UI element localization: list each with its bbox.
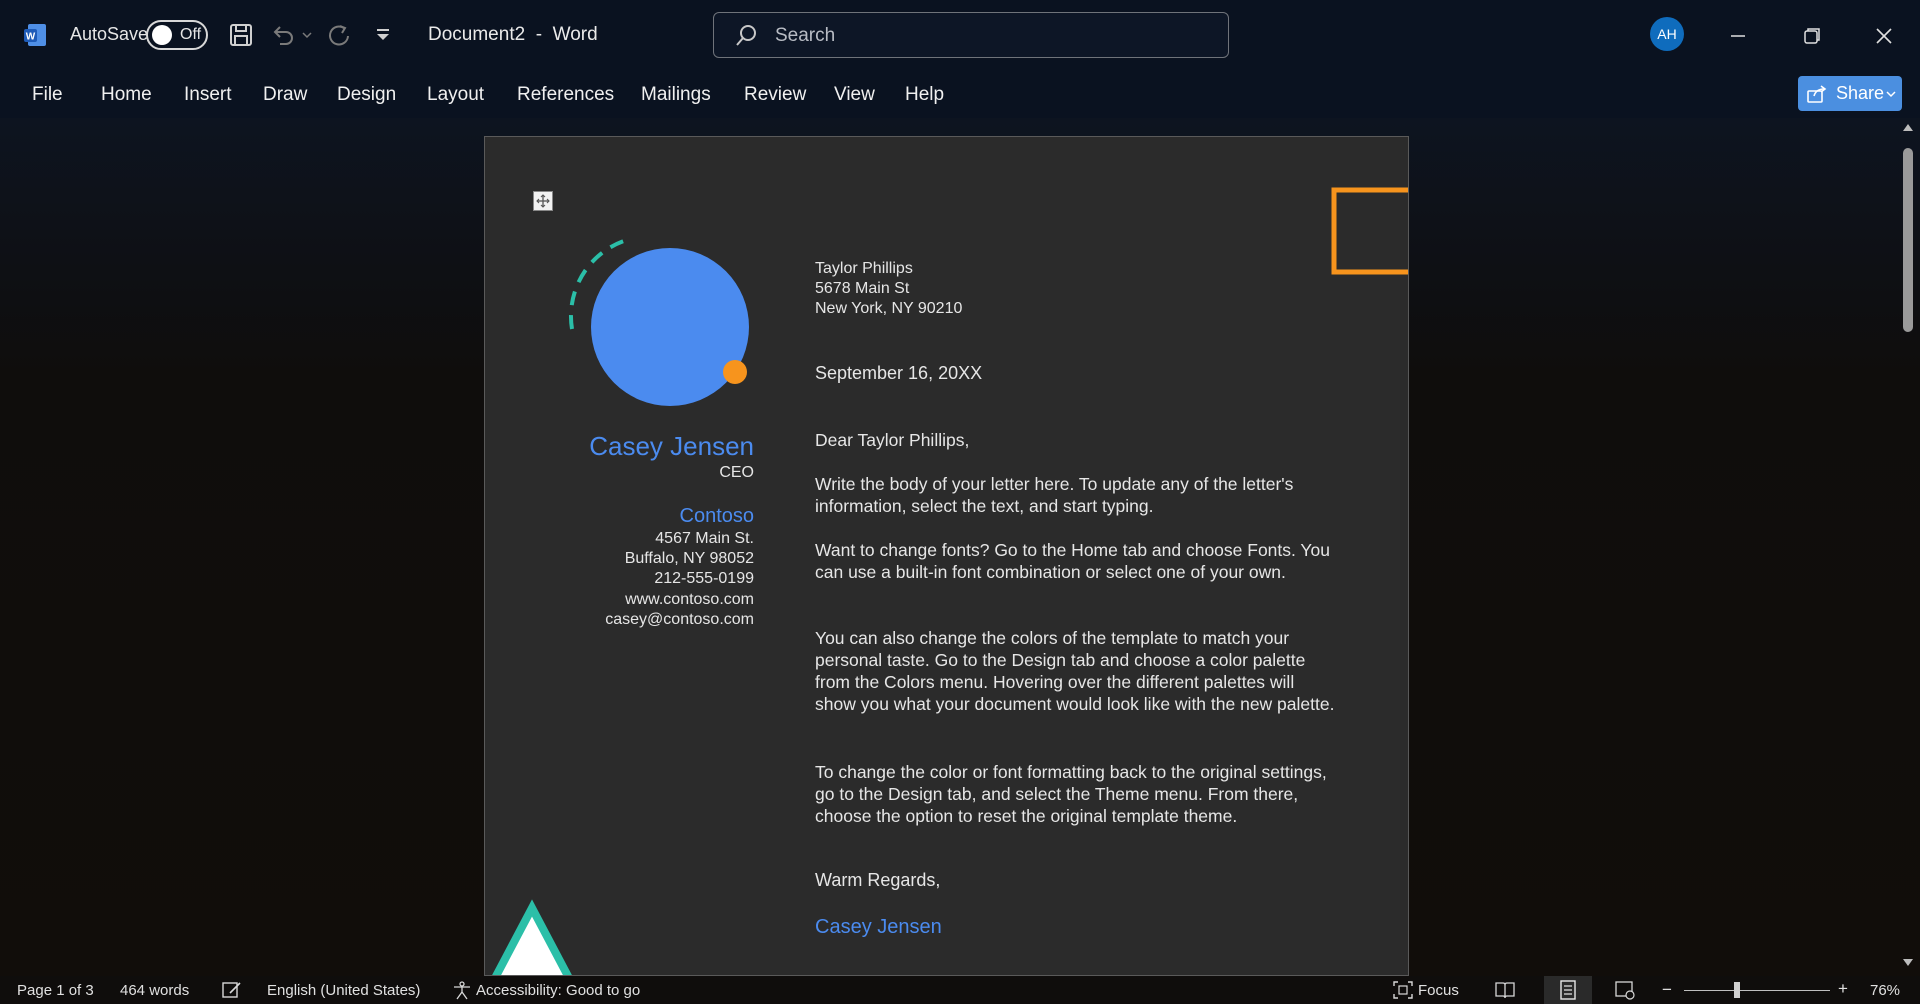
tab-review[interactable]: Review xyxy=(744,84,806,106)
share-icon xyxy=(1807,85,1827,103)
signature-name: Casey Jensen xyxy=(815,916,942,938)
status-bar: Page 1 of 3 464 words English (United St… xyxy=(0,976,1920,1004)
tab-insert[interactable]: Insert xyxy=(184,84,232,106)
read-mode-icon[interactable] xyxy=(1494,980,1516,1000)
recipient-name: Taylor Phillips xyxy=(815,260,913,277)
scroll-down-icon[interactable] xyxy=(1902,958,1914,968)
tab-references[interactable]: References xyxy=(517,84,614,106)
autosave-label: AutoSave xyxy=(70,24,149,44)
orange-square xyxy=(1331,187,1408,275)
print-layout-icon xyxy=(1560,980,1576,1000)
language-status[interactable]: English (United States) xyxy=(267,982,420,999)
focus-mode[interactable]: Focus xyxy=(1418,982,1459,999)
tab-layout[interactable]: Layout xyxy=(427,84,484,106)
company-name: Contoso xyxy=(679,505,755,527)
restore-icon[interactable] xyxy=(1796,20,1828,52)
redo-icon[interactable] xyxy=(326,22,352,48)
search-icon xyxy=(736,25,756,46)
body-paragraph-3: You can also change the colors of the te… xyxy=(815,628,1335,714)
recipient-street: 5678 Main St xyxy=(815,280,910,297)
zoom-level[interactable]: 76% xyxy=(1870,982,1900,999)
minimize-icon[interactable] xyxy=(1722,20,1754,52)
sender-website: www.contoso.com xyxy=(625,591,754,608)
scrollbar-thumb[interactable] xyxy=(1903,148,1913,332)
letter-date: September 16, 20XX xyxy=(815,363,983,383)
tab-draw[interactable]: Draw xyxy=(263,84,307,106)
focus-icon[interactable] xyxy=(1392,980,1414,1000)
sender-street: 4567 Main St. xyxy=(655,530,754,547)
avatar[interactable]: AH xyxy=(1650,17,1684,51)
chevron-down-icon xyxy=(1886,91,1896,98)
share-label: Share xyxy=(1836,83,1885,103)
ribbon-tabs: File Home Insert Draw Design Layout Refe… xyxy=(0,72,1920,118)
closing: Warm Regards, xyxy=(815,870,941,890)
vertical-scrollbar[interactable] xyxy=(1896,118,1920,976)
body-paragraph-1: Write the body of your letter here. To u… xyxy=(815,474,1294,516)
search-placeholder: Search xyxy=(775,25,836,46)
title-bar: W AutoSave Off Document2 - Word Search A… xyxy=(0,0,1920,72)
teal-triangle xyxy=(492,899,572,975)
word-count[interactable]: 464 words xyxy=(120,982,189,999)
proofing-icon[interactable] xyxy=(221,980,243,1000)
print-layout-button[interactable] xyxy=(1544,976,1592,1004)
undo-dropdown-icon[interactable] xyxy=(301,30,313,40)
tab-help[interactable]: Help xyxy=(905,84,944,106)
autosave-toggle[interactable]: Off xyxy=(146,20,208,50)
page-count[interactable]: Page 1 of 3 xyxy=(17,982,94,999)
document-title: Document2 - Word xyxy=(428,24,598,45)
share-button[interactable]: Share xyxy=(1798,76,1902,111)
customize-qat-icon[interactable] xyxy=(374,28,392,44)
save-icon[interactable] xyxy=(228,22,254,48)
sender-email: casey@contoso.com xyxy=(605,611,754,628)
scroll-up-icon[interactable] xyxy=(1902,122,1914,132)
document-page[interactable]: Casey Jensen CEO Contoso 4567 Main St. B… xyxy=(484,136,1409,976)
accessibility-status[interactable]: Accessibility: Good to go xyxy=(476,982,640,999)
salutation: Dear Taylor Phillips, xyxy=(815,430,970,450)
accessibility-icon[interactable] xyxy=(451,980,473,1000)
autosave-state: Off xyxy=(180,26,202,43)
svg-text:W: W xyxy=(26,32,36,43)
tab-view[interactable]: View xyxy=(834,84,875,106)
body-paragraph-2: Want to change fonts? Go to the Home tab… xyxy=(815,540,1330,582)
sender-city: Buffalo, NY 98052 xyxy=(624,550,754,567)
word-logo-icon[interactable]: W xyxy=(22,22,48,48)
zoom-out-button[interactable]: − xyxy=(1662,980,1672,1000)
toggle-knob xyxy=(152,25,172,45)
search-box[interactable]: Search xyxy=(713,12,1229,58)
tab-file[interactable]: File xyxy=(32,84,63,106)
zoom-in-button[interactable]: + xyxy=(1838,979,1848,999)
tab-mailings[interactable]: Mailings xyxy=(641,84,711,106)
sender-name: Casey Jensen xyxy=(589,431,754,461)
body-paragraph-4: To change the color or font formatting b… xyxy=(815,762,1327,826)
recipient-city: New York, NY 90210 xyxy=(815,300,963,317)
sender-title: CEO xyxy=(719,464,754,481)
undo-icon[interactable] xyxy=(270,22,296,48)
zoom-slider-thumb[interactable] xyxy=(1734,982,1740,998)
web-layout-icon[interactable] xyxy=(1614,980,1636,1000)
profile-circle xyxy=(591,248,749,406)
tab-design[interactable]: Design xyxy=(337,84,396,106)
zoom-slider[interactable] xyxy=(1684,990,1830,991)
close-icon[interactable] xyxy=(1868,20,1900,52)
tab-home[interactable]: Home xyxy=(101,84,152,106)
sender-phone: 212-555-0199 xyxy=(654,570,754,587)
orange-dot xyxy=(723,360,747,384)
